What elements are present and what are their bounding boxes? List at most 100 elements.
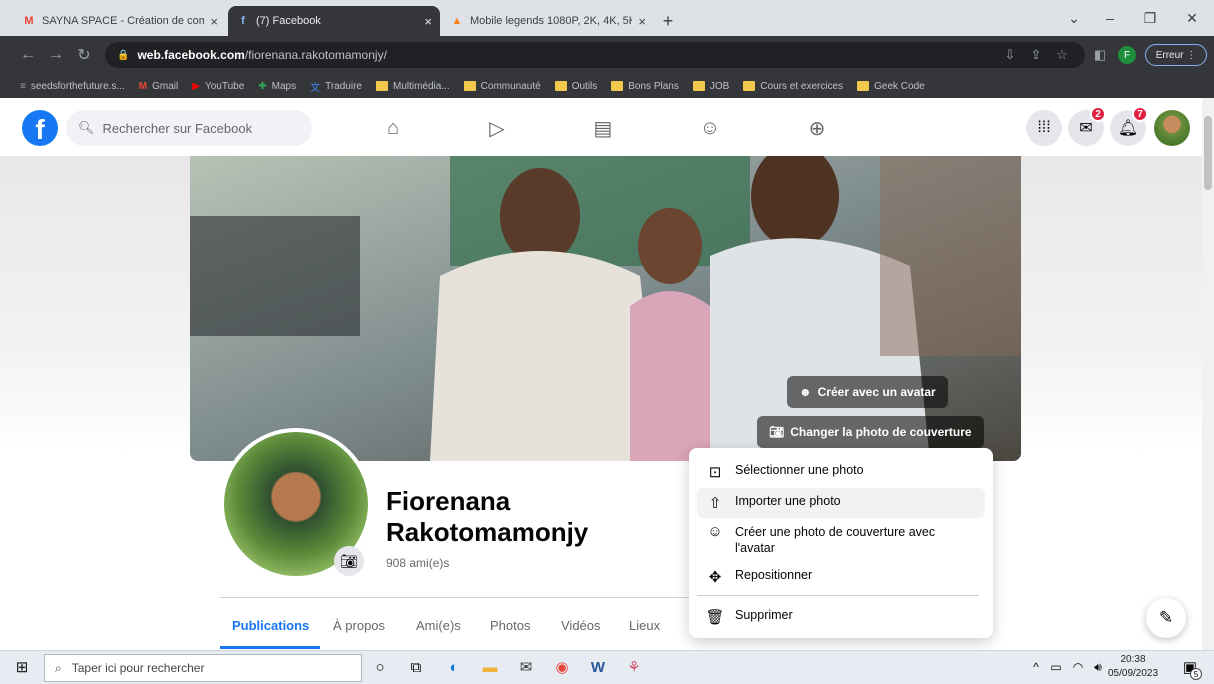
marketplace-icon[interactable]: ▤ bbox=[583, 112, 623, 144]
close-icon[interactable]: × bbox=[210, 14, 218, 29]
maps-icon: ✚ bbox=[258, 80, 267, 92]
menu-item-delete[interactable]: 🗑︎ Supprimer bbox=[697, 602, 985, 632]
tab-facebook[interactable]: f (7) Facebook × bbox=[228, 6, 440, 36]
bookmark-youtube[interactable]: ▶ YouTube bbox=[192, 81, 244, 92]
tab-lieux[interactable]: Lieux bbox=[629, 618, 660, 633]
cortana-icon[interactable]: ○ bbox=[366, 655, 394, 679]
facebook-logo[interactable]: f bbox=[22, 110, 58, 146]
clock-date: 05/09/2023 bbox=[1108, 668, 1159, 679]
tab-gmail[interactable]: M SAYNA SPACE - Création de com × bbox=[14, 6, 226, 36]
bookmark-label: Maps bbox=[271, 80, 297, 92]
menu-grid-icon[interactable]: ⁞⁞⁞ bbox=[1026, 110, 1062, 146]
fire-icon: ▲ bbox=[451, 15, 463, 27]
file-explorer-icon[interactable]: ▬ bbox=[476, 655, 504, 679]
reload-icon[interactable]: ↻ bbox=[72, 44, 96, 66]
scrollbar-thumb[interactable] bbox=[1204, 116, 1212, 190]
tab-a-propos[interactable]: À propos bbox=[333, 618, 385, 633]
close-window-button[interactable]: ✕ bbox=[1172, 6, 1212, 30]
task-view-icon[interactable]: ⧉ bbox=[402, 655, 430, 679]
watch-icon[interactable]: ▷ bbox=[477, 112, 517, 144]
bookmark-multimedia[interactable]: Multimédia... bbox=[375, 81, 450, 92]
camera-icon[interactable]: 📷︎ bbox=[334, 546, 364, 576]
side-panel-icon[interactable]: ◧ bbox=[1090, 44, 1110, 66]
restore-button[interactable]: ❐ bbox=[1130, 6, 1170, 30]
bookmark-job[interactable]: JOB bbox=[692, 80, 730, 92]
bookmark-bons-plans[interactable]: Bons Plans bbox=[611, 81, 679, 92]
bookmark-geek-code[interactable]: Geek Code bbox=[857, 81, 925, 92]
bookmark-cours[interactable]: Cours et exercices bbox=[743, 81, 843, 92]
bookmark-seeds[interactable]: ≡ seedsforthefuture.s... bbox=[20, 81, 125, 92]
groups-icon[interactable]: ☺ bbox=[690, 112, 730, 144]
bookmark-communaute[interactable]: Communauté bbox=[463, 81, 541, 92]
create-avatar-button[interactable]: ☻ Créer avec un avatar bbox=[787, 376, 948, 408]
error-button[interactable]: Erreur ⋮ bbox=[1145, 44, 1207, 66]
profile-name: Fiorenana Rakotomamonjy bbox=[386, 486, 589, 547]
tab-mobile-legends[interactable]: ▲ Mobile legends 1080P, 2K, 4K, 5K × bbox=[442, 6, 654, 36]
notification-badge: 7 bbox=[1132, 106, 1148, 122]
tab-photos[interactable]: Photos bbox=[490, 618, 530, 633]
taskbar-search-input[interactable]: ⌕ Taper ici pour rechercher bbox=[44, 654, 362, 682]
menu-item-reposition[interactable]: ✥ Repositionner bbox=[697, 562, 985, 592]
tab-search-icon[interactable]: ⌄ bbox=[1054, 6, 1094, 30]
bookmark-outils[interactable]: Outils bbox=[554, 80, 598, 92]
bookmark-maps[interactable]: ✚ Maps bbox=[258, 81, 296, 92]
search-placeholder: Rechercher sur Facebook bbox=[102, 120, 253, 136]
menu-item-select-photo[interactable]: ⊡ Sélectionner une photo bbox=[697, 457, 985, 487]
menu-item-avatar-cover[interactable]: ☺ Créer une photo de couverture avec l'a… bbox=[697, 518, 985, 562]
word-icon[interactable]: W bbox=[584, 655, 612, 679]
bookmark-label: Outils bbox=[571, 80, 598, 92]
page-icon: ≡ bbox=[20, 80, 26, 92]
messenger-badge: 2 bbox=[1090, 106, 1106, 122]
new-tab-button[interactable]: + bbox=[656, 10, 680, 32]
profile-avatar[interactable]: F bbox=[1118, 46, 1136, 64]
bookmark-label: Gmail bbox=[152, 80, 179, 92]
close-icon[interactable]: × bbox=[638, 14, 646, 29]
change-cover-button[interactable]: 📷︎ Changer la photo de couverture bbox=[757, 416, 984, 448]
change-cover-label: Changer la photo de couverture bbox=[790, 425, 972, 439]
bookmark-label: Cours et exercices bbox=[760, 80, 844, 92]
folder-icon bbox=[692, 81, 705, 91]
minimize-button[interactable]: – bbox=[1090, 6, 1130, 30]
bookmark-label: Bons Plans bbox=[628, 80, 679, 92]
search-icon: ⌕ bbox=[55, 660, 62, 675]
clock[interactable]: 20:38 05/09/2023 bbox=[1108, 653, 1158, 681]
avatar[interactable] bbox=[1154, 110, 1190, 146]
tab-amis[interactable]: Ami(e)s bbox=[416, 618, 461, 633]
forward-icon[interactable]: → bbox=[44, 44, 68, 66]
tab-title: (7) Facebook bbox=[256, 15, 321, 27]
friend-count[interactable]: 908 ami(e)s bbox=[386, 556, 449, 570]
gmail-icon: M bbox=[138, 80, 148, 92]
folder-icon bbox=[554, 81, 567, 91]
move-icon: ✥ bbox=[708, 569, 722, 586]
bookmark-label: Geek Code bbox=[874, 80, 925, 92]
share-icon[interactable]: ⇪ bbox=[1026, 44, 1046, 66]
camera-icon: 📷︎ bbox=[769, 425, 785, 439]
search-icon: 🔍︎ bbox=[78, 120, 95, 135]
windows-start-icon[interactable]: ⊞ bbox=[8, 655, 36, 679]
install-icon[interactable]: ⇩ bbox=[1000, 44, 1020, 66]
menu-item-label: Supprimer bbox=[735, 608, 793, 622]
menu-item-label: Sélectionner une photo bbox=[735, 463, 864, 477]
gaming-icon[interactable]: ⊕ bbox=[797, 112, 837, 144]
active-tab-indicator bbox=[220, 646, 320, 649]
menu-item-import-photo[interactable]: ⇧ Importer une photo bbox=[697, 488, 985, 518]
bookmark-label: JOB bbox=[709, 80, 730, 92]
bookmark-traduire[interactable]: 文 Traduire bbox=[310, 79, 362, 94]
compose-icon[interactable]: ✎ bbox=[1146, 598, 1186, 638]
lock-icon: 🔒 bbox=[117, 49, 130, 61]
edge-icon[interactable]: ◐ bbox=[440, 655, 468, 679]
search-input[interactable]: 🔍︎ Rechercher sur Facebook bbox=[66, 110, 312, 146]
star-icon[interactable]: ☆ bbox=[1052, 44, 1072, 66]
tab-title: SAYNA SPACE - Création de com bbox=[42, 15, 205, 27]
address-bar[interactable]: 🔒 web.facebook.com/fiorenana.rakotomamon… bbox=[105, 42, 1085, 68]
tab-videos[interactable]: Vidéos bbox=[561, 618, 601, 633]
bookmark-label: YouTube bbox=[204, 80, 245, 92]
chrome-icon[interactable]: ◉ bbox=[548, 655, 576, 679]
app-icon[interactable]: ⚘ bbox=[620, 655, 648, 679]
back-icon[interactable]: ← bbox=[16, 44, 40, 66]
tab-publications[interactable]: Publications bbox=[232, 618, 309, 633]
bookmark-gmail[interactable]: M Gmail bbox=[139, 81, 178, 92]
home-icon[interactable]: ⌂ bbox=[373, 112, 413, 144]
mail-icon[interactable]: ✉ bbox=[512, 655, 540, 679]
close-icon[interactable]: × bbox=[424, 14, 432, 29]
